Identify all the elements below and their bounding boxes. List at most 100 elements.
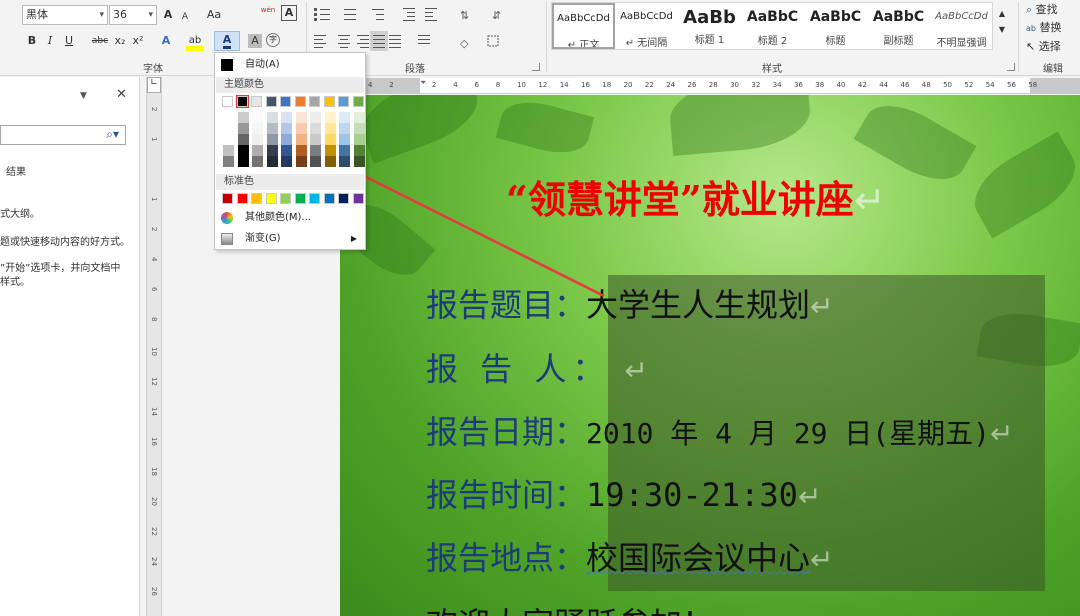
select-button[interactable]: ↖ 选择 [1026, 37, 1078, 57]
theme-color-shade[interactable] [339, 156, 350, 167]
standard-color-swatch[interactable] [236, 193, 248, 204]
theme-color-shade[interactable] [223, 156, 234, 167]
theme-color-shade[interactable] [339, 134, 350, 145]
theme-color-shade[interactable] [295, 156, 307, 167]
theme-color-shade[interactable] [252, 112, 263, 123]
theme-color-shade[interactable] [223, 145, 234, 156]
document-page[interactable]: “领慧讲堂”就业讲座↵ 报告题目：大学生人生规划↵ 报 告 人： ↵ 报告日期：2… [340, 95, 1080, 616]
theme-color-shade[interactable] [353, 156, 365, 167]
theme-color-shade[interactable] [353, 112, 365, 123]
nav-tab-results[interactable]: 结果 [6, 163, 26, 178]
change-case-button[interactable]: Aa [203, 5, 225, 25]
close-icon[interactable]: ✕ [116, 87, 127, 102]
style-title[interactable]: AaBbC 标题 [804, 3, 867, 49]
theme-color-shade[interactable] [353, 145, 365, 156]
phonetic-guide-button[interactable]: wén [260, 4, 276, 24]
character-shading-button[interactable]: A [248, 34, 262, 48]
theme-color-swatch[interactable] [265, 96, 277, 107]
style-subtitle[interactable]: AaBbC 副标题 [867, 3, 930, 49]
auto-color-item[interactable]: 自动(A) [215, 55, 365, 75]
theme-color-shade[interactable] [324, 156, 336, 167]
report-time-line[interactable]: 报告时间：19:30-21:30↵ [426, 470, 821, 516]
standard-color-swatch[interactable] [309, 193, 320, 204]
theme-color-swatch[interactable] [235, 95, 249, 108]
font-color-button[interactable]: A [214, 31, 240, 51]
theme-color-shade[interactable] [252, 134, 263, 145]
styles-scroll-down[interactable]: ▼ [996, 20, 1008, 40]
standard-color-swatch[interactable] [338, 193, 349, 204]
theme-color-shade[interactable] [310, 112, 321, 123]
report-location-line[interactable]: 报告地点：校国际会议中心↵ [426, 533, 834, 579]
theme-color-shade[interactable] [266, 156, 278, 167]
report-topic-line[interactable]: 报告题目：大学生人生规划↵ [426, 280, 834, 326]
shrink-font-button[interactable]: A [178, 7, 192, 27]
theme-color-shade[interactable] [310, 156, 321, 167]
more-colors-item[interactable]: 其他颜色(M)... [215, 208, 365, 228]
search-icon[interactable]: ⌕▾ [106, 127, 119, 142]
nav-search-input[interactable]: ⌕▾ [0, 125, 126, 145]
theme-color-shade[interactable] [237, 134, 249, 145]
theme-color-shade[interactable] [339, 112, 350, 123]
theme-color-swatch[interactable] [222, 96, 233, 107]
theme-color-shade[interactable] [281, 123, 292, 134]
theme-color-shade[interactable] [339, 145, 350, 156]
font-name-combo[interactable]: 黑体 ▾ [22, 5, 108, 25]
theme-color-shade[interactable] [252, 145, 263, 156]
theme-color-shade[interactable] [237, 112, 249, 123]
theme-color-shade[interactable] [295, 134, 307, 145]
theme-color-shade[interactable] [324, 134, 336, 145]
underline-button[interactable]: U [62, 31, 76, 51]
closing-line[interactable]: 欢迎大家踊跃参加！ [426, 599, 714, 616]
theme-color-shade[interactable] [324, 145, 336, 156]
indent-marker[interactable]: ⏷ [420, 78, 426, 88]
theme-color-shade[interactable] [310, 145, 321, 156]
reporter-line[interactable]: 报 告 人： ↵ [426, 344, 648, 390]
replace-button[interactable]: ab 替换 [1026, 18, 1078, 38]
enclose-characters-button[interactable]: 字 [266, 33, 280, 47]
style-subtle-emphasis[interactable]: AaBbCcDd 不明显强调 [930, 3, 993, 49]
style-heading-2[interactable]: AaBbC 标题 2 [741, 3, 804, 49]
tab-selector[interactable]: ∟ [147, 77, 161, 93]
theme-color-shade[interactable] [237, 145, 249, 156]
theme-color-swatch[interactable] [280, 96, 291, 107]
standard-color-swatch[interactable] [323, 193, 335, 204]
horizontal-ruler[interactable]: 4 2 2 4 6 8 10 12 14 16 18 20 22 24 26 28 30 32 34 36 38 40 42… [340, 78, 1080, 94]
theme-color-shade[interactable] [252, 123, 263, 134]
chevron-down-icon[interactable]: ▼ [80, 91, 87, 101]
theme-color-shade[interactable] [295, 123, 307, 134]
theme-color-shade[interactable] [310, 134, 321, 145]
highlight-button[interactable]: ab [186, 31, 204, 51]
theme-color-shade[interactable] [266, 134, 278, 145]
theme-color-shade[interactable] [281, 134, 292, 145]
paragraph-tools-icons[interactable]: ⇅ ⇵ ◇ [312, 5, 537, 55]
paragraph-dialog-launcher[interactable] [532, 63, 540, 71]
theme-color-shade[interactable] [295, 145, 307, 156]
standard-color-swatch[interactable] [294, 193, 306, 204]
theme-color-swatch[interactable] [323, 96, 335, 107]
standard-color-swatch[interactable] [265, 193, 277, 204]
theme-color-swatch[interactable] [251, 96, 262, 107]
theme-color-shade[interactable] [281, 112, 292, 123]
grow-font-button[interactable]: A [160, 5, 176, 25]
theme-color-shade[interactable] [339, 123, 350, 134]
document-title[interactable]: “领慧讲堂”就业讲座↵ [506, 169, 886, 224]
theme-color-shade[interactable] [252, 156, 263, 167]
font-size-combo[interactable]: 36 ▾ [109, 5, 157, 25]
theme-color-shade[interactable] [281, 145, 292, 156]
theme-color-swatch[interactable] [309, 96, 320, 107]
theme-color-swatch[interactable] [338, 96, 349, 107]
italic-button[interactable]: I [43, 31, 57, 51]
styles-dialog-launcher[interactable] [1007, 63, 1015, 71]
text-effects-button[interactable]: A [158, 31, 174, 51]
standard-color-swatch[interactable] [222, 193, 233, 204]
theme-color-swatch[interactable] [294, 96, 306, 107]
theme-color-shade[interactable] [324, 112, 336, 123]
gradient-item[interactable]: 渐变(G) ▶ [215, 229, 365, 249]
style-heading-1[interactable]: AaBb 标题 1 [678, 3, 741, 49]
theme-color-shade[interactable] [353, 123, 365, 134]
theme-color-shade[interactable] [353, 134, 365, 145]
theme-color-shade[interactable] [266, 112, 278, 123]
vertical-ruler[interactable]: ∟ 211246810121416182022242628 [146, 77, 162, 616]
theme-color-shade[interactable] [310, 123, 321, 134]
subscript-button[interactable]: x₂ [112, 31, 128, 51]
